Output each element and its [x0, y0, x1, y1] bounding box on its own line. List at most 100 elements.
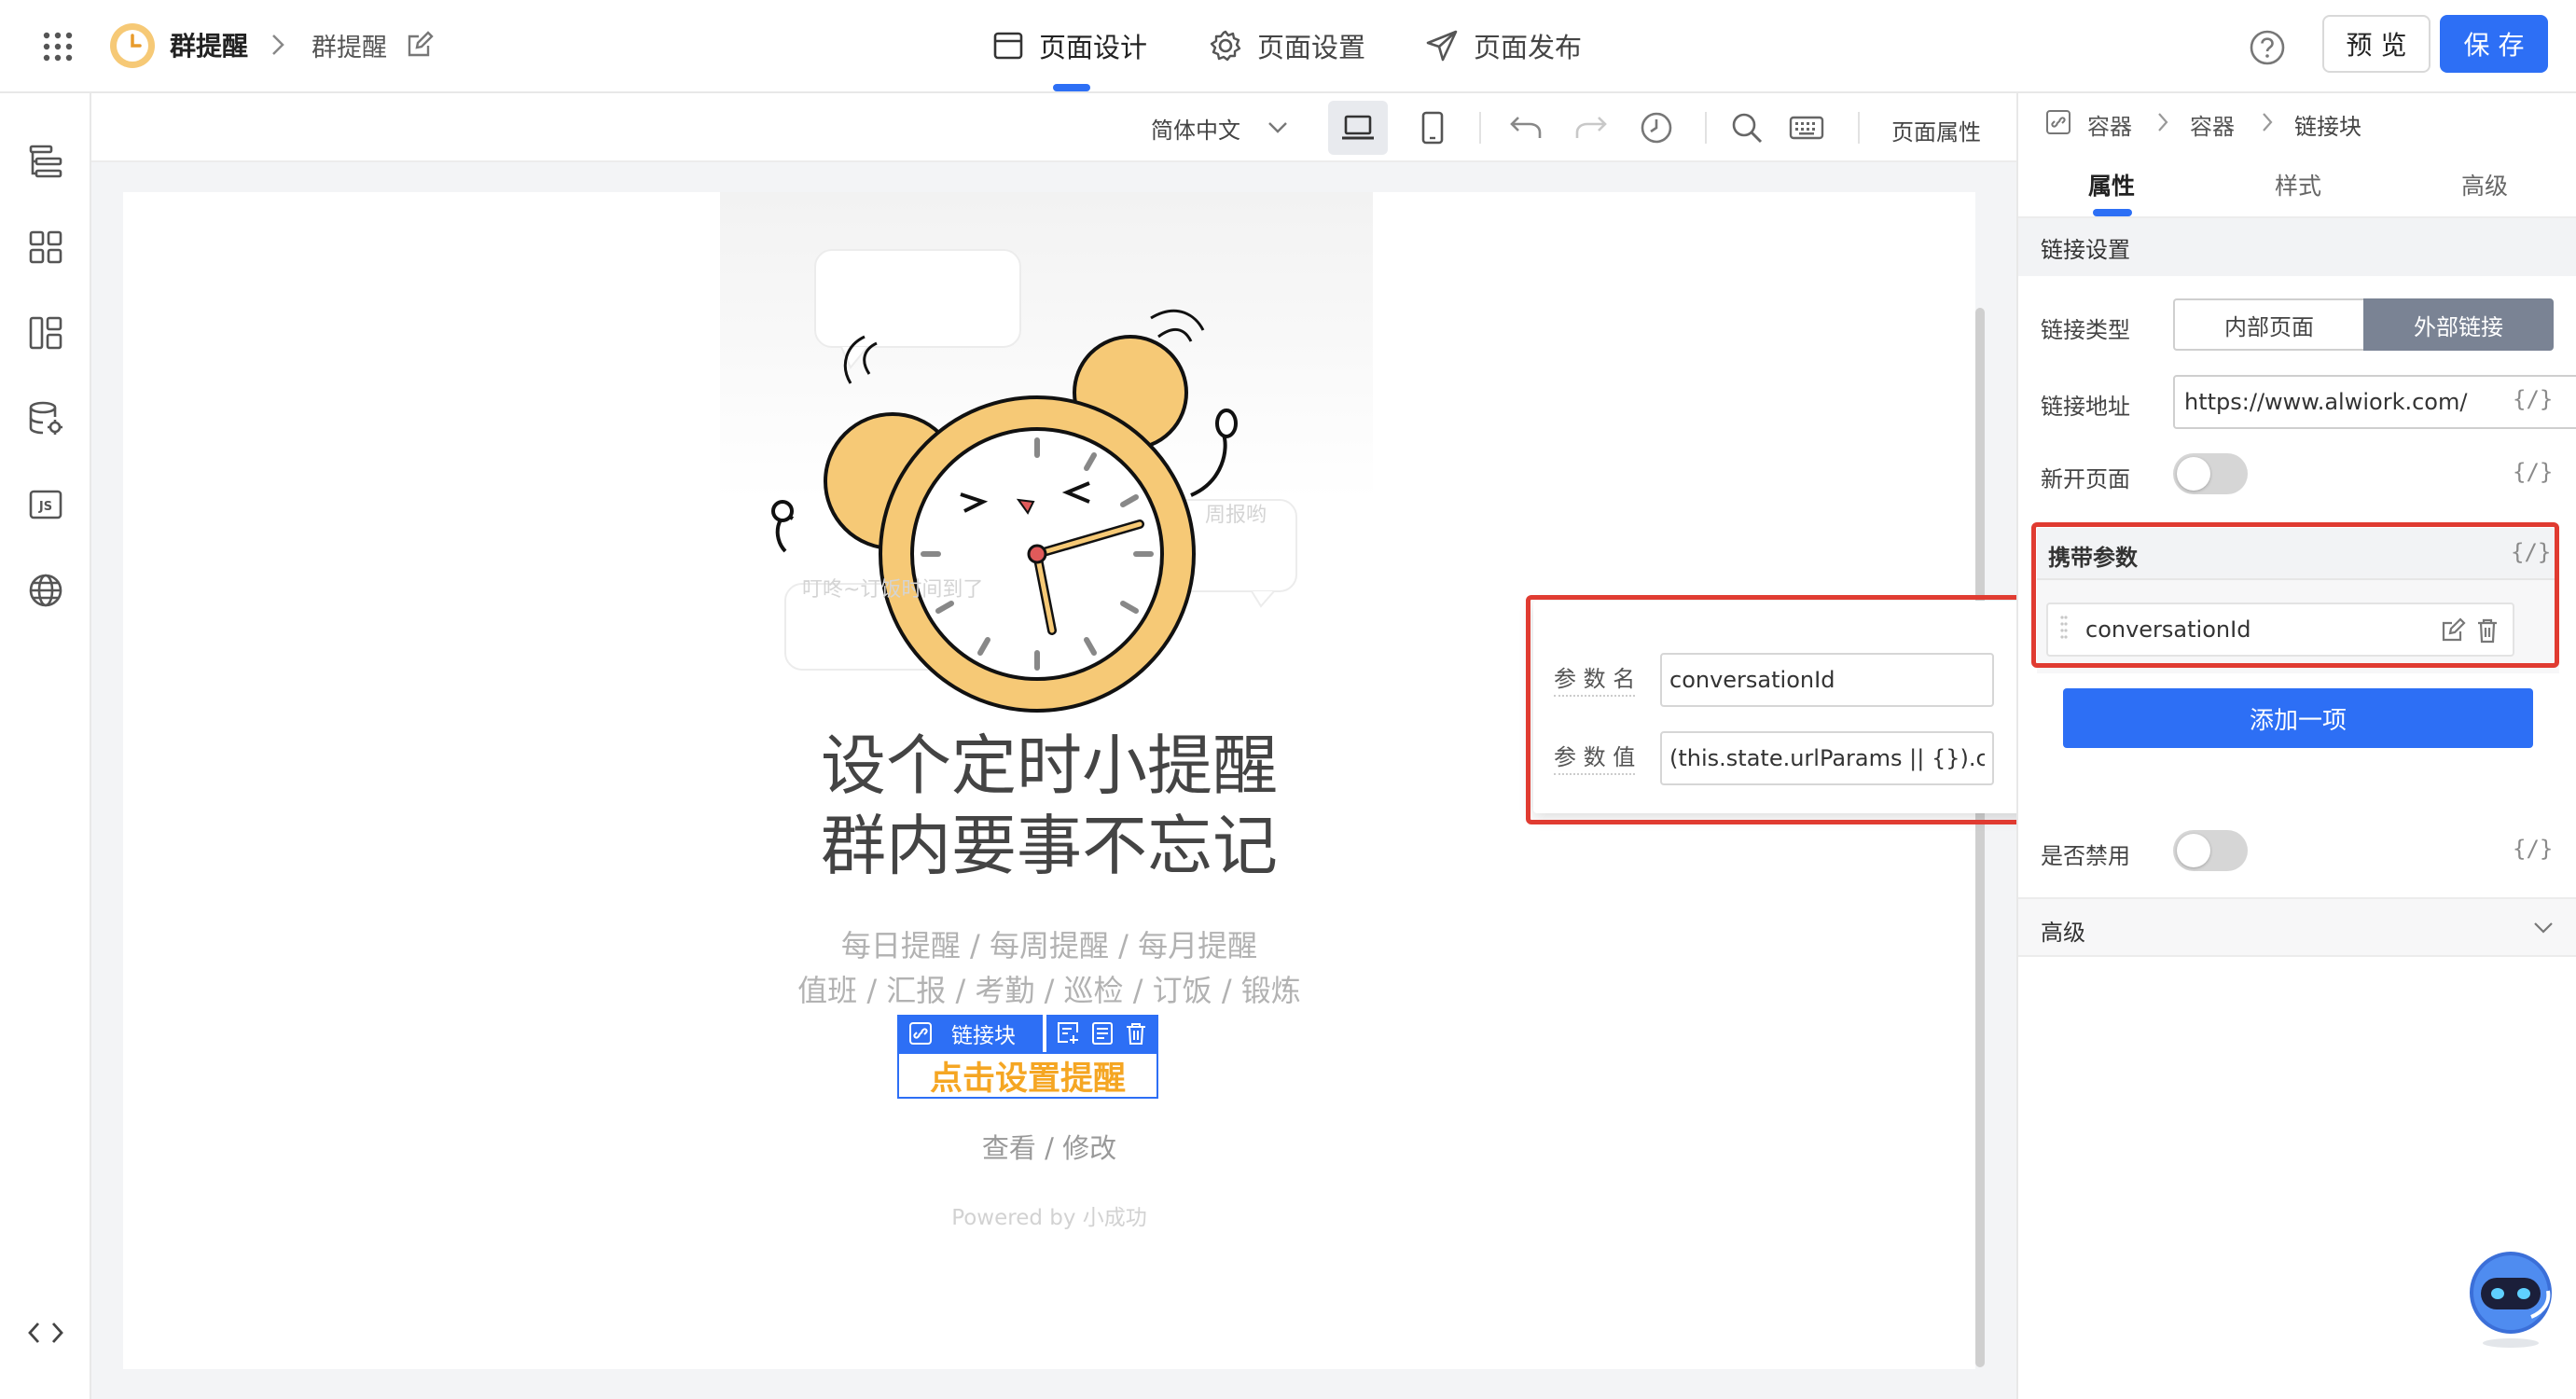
code-brackets-icon[interactable]	[22, 1309, 69, 1356]
tab-page-settings[interactable]: 页面设置	[1209, 26, 1365, 65]
carry-params-label: 携带参数	[2048, 545, 2138, 571]
panel-breadcrumb-container-2[interactable]: 容器	[2190, 108, 2235, 141]
link-icon	[908, 1021, 933, 1046]
app-title: 群提醒	[170, 31, 249, 62]
bubble-text-right: 周报哟	[1205, 504, 1267, 527]
param-edit-popup: 参 数 名 参 数 值	[1533, 601, 2037, 813]
link-type-external-button[interactable]: 外部链接	[2363, 298, 2554, 351]
layout-icon	[992, 30, 1024, 62]
copy-block-icon[interactable]	[1090, 1021, 1115, 1046]
canvas-toolbar: 简体中文 页面属性	[91, 93, 2016, 162]
subtitle-line-1: 每日提醒 / 每周提醒 / 每月提醒	[840, 928, 1258, 963]
tab-page-design[interactable]: 页面设计	[992, 26, 1147, 65]
new-page-variable-toggle[interactable]: {/}	[2513, 459, 2553, 485]
tab-page-publish[interactable]: 页面发布	[1425, 26, 1582, 65]
toolbar-separator	[1705, 112, 1707, 144]
panel-breadcrumb-container-1[interactable]: 容器	[2087, 108, 2132, 141]
view-edit-link[interactable]: 查看 / 修改	[123, 1127, 1975, 1166]
save-button[interactable]: 保 存	[2440, 15, 2548, 73]
keyboard-icon[interactable]	[1783, 104, 1830, 151]
assistant-bot-avatar[interactable]	[2466, 1246, 2555, 1349]
tab-label: 页面设置	[1257, 32, 1366, 63]
tab-advanced[interactable]: 高级	[2391, 168, 2576, 201]
param-name-input[interactable]	[1660, 653, 1994, 707]
undo-icon[interactable]	[1503, 104, 1549, 151]
trash-icon[interactable]	[1124, 1021, 1148, 1046]
bubble-text-left: 叮咚~订饭时间到了	[802, 578, 984, 602]
insert-block-icon[interactable]	[1057, 1021, 1081, 1046]
link-url-label: 链接地址	[2041, 394, 2130, 420]
edit-icon[interactable]	[2440, 617, 2466, 644]
link-url-variable-toggle[interactable]: {/}	[2513, 386, 2553, 412]
toolbar-separator	[1479, 112, 1481, 144]
new-page-label: 新开页面	[2041, 466, 2130, 492]
top-bar: 群提醒 群提醒 页面设计 页面设置 页面发布 预 览 保 存	[0, 0, 2576, 93]
globe-icon[interactable]	[22, 567, 69, 614]
history-clock-icon[interactable]	[1633, 104, 1680, 151]
tab-label: 页面发布	[1474, 32, 1583, 63]
disabled-switch[interactable]	[2173, 830, 2248, 871]
breadcrumb-page[interactable]: 群提醒	[312, 27, 387, 63]
param-name-label: 参 数 名	[1554, 660, 1636, 697]
chevron-down-icon[interactable]	[1261, 104, 1295, 151]
param-value-label: 参 数 值	[1554, 739, 1636, 775]
edit-icon[interactable]	[403, 28, 436, 62]
mobile-icon[interactable]	[1409, 104, 1456, 151]
param-list-item[interactable]: conversationId	[2046, 603, 2514, 657]
tab-styles[interactable]: 样式	[2205, 168, 2391, 201]
new-page-switch[interactable]	[2173, 453, 2248, 494]
link-icon	[2044, 108, 2072, 136]
disabled-label: 是否禁用	[2041, 843, 2130, 869]
drag-handle-icon[interactable]	[2059, 614, 2069, 645]
subtitle-line-2: 值班 / 汇报 / 考勤 / 巡检 / 订饭 / 锻炼	[797, 973, 1301, 1008]
param-value-input[interactable]	[1660, 731, 1994, 785]
link-block-tag[interactable]: 链接块	[897, 1015, 1043, 1052]
advanced-section-label: 高级	[2041, 920, 2085, 946]
language-select[interactable]: 简体中文	[1151, 112, 1240, 145]
svg-text:JS: JS	[38, 500, 52, 514]
trash-icon[interactable]	[2475, 617, 2500, 644]
headline-line-2: 群内要事不忘记	[821, 808, 1278, 884]
alarm-clock-logo	[106, 19, 159, 71]
redo-icon[interactable]	[1568, 104, 1614, 151]
outline-tree-icon[interactable]	[22, 138, 69, 185]
link-block-tag-label: 链接块	[951, 1024, 1016, 1048]
powered-by-text: Powered by 小成功	[951, 1206, 1147, 1230]
chevron-right-icon	[2149, 106, 2177, 138]
tab-label: 页面设计	[1039, 32, 1148, 63]
preview-button[interactable]: 预 览	[2322, 15, 2431, 73]
advanced-section-header[interactable]: 高级	[2018, 897, 2576, 957]
gear-icon	[1209, 29, 1242, 62]
panel-tab-indicator	[2093, 209, 2132, 216]
chevron-right-icon	[263, 30, 293, 60]
cta-set-reminder-link[interactable]: 点击设置提醒	[897, 1052, 1158, 1099]
add-item-button[interactable]: 添加一项	[2063, 688, 2533, 748]
link-type-internal-button[interactable]: 内部页面	[2173, 298, 2363, 351]
tab-attributes[interactable]: 属性	[2018, 168, 2205, 201]
param-item-name: conversationId	[2085, 616, 2251, 643]
active-tab-indicator	[1053, 84, 1090, 91]
block-action-bar	[1046, 1015, 1158, 1052]
js-code-icon[interactable]: JS	[22, 481, 69, 528]
panel-breadcrumb-link-block[interactable]: 链接块	[2294, 108, 2361, 141]
chevron-right-icon	[2253, 106, 2281, 138]
data-source-icon[interactable]	[22, 395, 69, 442]
apps-grid-icon[interactable]	[35, 24, 80, 69]
layout-template-icon[interactable]	[22, 310, 69, 356]
toolbar-separator	[1858, 112, 1860, 144]
send-icon	[1425, 29, 1459, 62]
desktop-icon[interactable]	[1335, 104, 1381, 151]
chevron-down-icon	[2529, 916, 2557, 940]
carry-params-variable-toggle[interactable]: {/}	[2511, 539, 2551, 565]
properties-panel: 容器 容器 链接块 属性 样式 高级 链接设置 链接类型 内部页面 外部链接 链…	[2016, 93, 2576, 1399]
canvas-scrollbar[interactable]	[1975, 308, 1985, 1367]
link-type-label: 链接类型	[2041, 317, 2130, 343]
disabled-variable-toggle[interactable]: {/}	[2513, 836, 2553, 862]
panel-tabs: 属性 样式 高级	[2018, 151, 2576, 218]
carry-params-group: 携带参数 {/} conversationId	[2037, 528, 2559, 673]
section-link-settings: 链接设置	[2018, 218, 2576, 276]
help-icon[interactable]	[2246, 26, 2289, 69]
page-properties-button[interactable]: 页面属性	[1891, 114, 1981, 146]
search-icon[interactable]	[1724, 104, 1770, 151]
components-grid-icon[interactable]	[22, 224, 69, 270]
